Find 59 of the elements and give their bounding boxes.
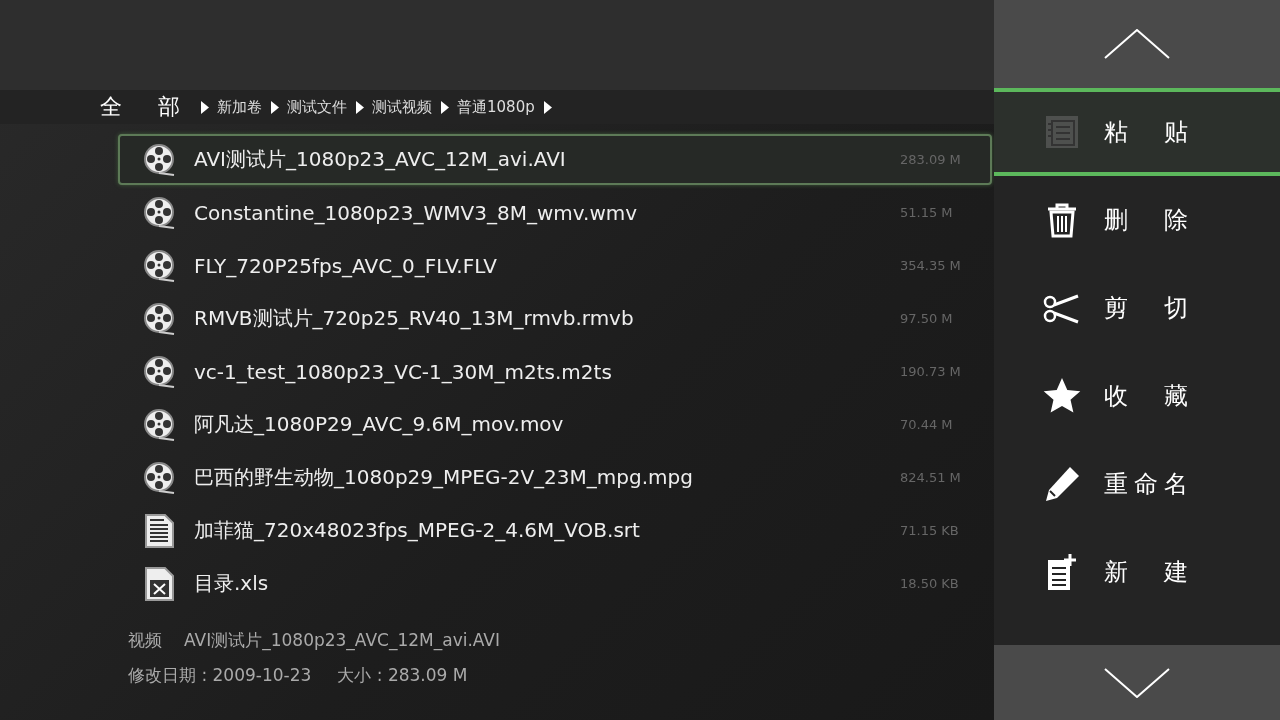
file-name: 阿凡达_1080P29_AVC_9.6M_mov.mov — [194, 411, 565, 438]
action-menu-item[interactable]: 删除 — [994, 176, 1280, 264]
breadcrumb-arrow-icon — [270, 100, 279, 114]
file-name: RMVB测试片_720p25_RV40_13M_rmvb.rmvb — [194, 305, 635, 332]
film-reel-icon — [142, 194, 176, 231]
film-reel-icon — [142, 300, 176, 337]
file-row[interactable]: 阿凡达_1080P29_AVC_9.6M_mov.mov 70.44 M — [118, 399, 992, 450]
file-row[interactable]: 目录.xls 18.50 KB — [118, 558, 992, 609]
film-reel-icon — [142, 247, 176, 284]
file-size: 70.44 M — [900, 417, 954, 432]
file-name: AVI测试片_1080p23_AVC_12M_avi.AVI — [194, 146, 567, 173]
file-row[interactable]: AVI测试片_1080p23_AVC_12M_avi.AVI 283.09 M — [118, 134, 992, 185]
action-menu-item[interactable]: 收藏 — [994, 352, 1280, 440]
breadcrumb-arrow-icon — [355, 100, 364, 114]
file-size: 824.51 M — [900, 470, 962, 485]
file-row[interactable]: 巴西的野生动物_1080p29_MPEG-2V_23M_mpg.mpg 824.51 M — [118, 452, 992, 503]
breadcrumb-arrow-icon — [440, 100, 449, 114]
file-row[interactable]: RMVB测试片_720p25_RV40_13M_rmvb.rmvb 97.50 M — [118, 293, 992, 344]
file-name: 目录.xls — [194, 570, 270, 597]
file-name: Constantine_1080p23_WMV3_8M_wmv.wmv — [194, 200, 639, 225]
scroll-down-button[interactable] — [994, 645, 1280, 720]
film-reel-icon — [142, 459, 176, 496]
film-reel-icon — [142, 353, 176, 390]
file-size: 97.50 M — [900, 311, 954, 326]
breadcrumb-item[interactable]: 全部 — [100, 92, 216, 122]
file-name: 加菲猫_720x48023fps_MPEG-2_4.6M_VOB.srt — [194, 517, 641, 544]
breadcrumb-item[interactable]: 新加卷 — [217, 97, 262, 117]
file-name: 巴西的野生动物_1080p29_MPEG-2V_23M_mpg.mpg — [194, 464, 694, 491]
file-type-label: 视频 — [128, 629, 162, 652]
file-size: 354.35 M — [900, 258, 962, 273]
file-name: FLY_720P25fps_AVC_0_FLV.FLV — [194, 253, 498, 278]
file-row[interactable]: vc-1_test_1080p23_VC-1_30M_m2ts.m2ts 190.73 M — [118, 346, 992, 397]
film-reel-icon — [142, 141, 176, 178]
breadcrumb-item[interactable]: 测试视频 — [372, 97, 432, 117]
chevron-up-icon — [1104, 29, 1170, 59]
film-reel-icon — [142, 406, 176, 443]
file-size: 283.09 M — [900, 152, 962, 167]
action-menu-item[interactable]: 新建 — [994, 528, 1280, 616]
file-name: vc-1_test_1080p23_VC-1_30M_m2ts.m2ts — [194, 359, 613, 384]
breadcrumb-item[interactable]: 普通1080p — [457, 97, 535, 117]
file-row[interactable]: 加菲猫_720x48023fps_MPEG-2_4.6M_VOB.srt 71.15 KB — [118, 505, 992, 556]
chevron-down-icon — [1104, 667, 1170, 698]
action-menu-item[interactable]: 剪切 — [994, 264, 1280, 352]
modified-date: 修改日期 : 2009-10-23 — [128, 664, 312, 687]
breadcrumb-arrow-icon — [200, 100, 209, 114]
breadcrumb-arrow-icon — [542, 100, 552, 114]
file-name-detail: AVI测试片_1080p23_AVC_12M_avi.AVI — [184, 629, 500, 652]
file-row[interactable]: Constantine_1080p23_WMV3_8M_wmv.wmv 51.15 M — [118, 187, 992, 238]
action-menu-item[interactable]: 重命名 — [994, 440, 1280, 528]
scroll-up-button[interactable] — [994, 0, 1280, 88]
file-row[interactable]: FLY_720P25fps_AVC_0_FLV.FLV 354.35 M — [118, 240, 992, 291]
file-size-detail: 大小 : 283.09 M — [337, 664, 468, 687]
document-icon — [142, 512, 176, 549]
file-size: 18.50 KB — [900, 576, 960, 591]
breadcrumb-item[interactable]: 测试文件 — [287, 97, 347, 117]
spreadsheet-icon — [142, 565, 176, 602]
file-size: 51.15 M — [900, 205, 954, 220]
file-size: 190.73 M — [900, 364, 962, 379]
file-size: 71.15 KB — [900, 523, 960, 538]
